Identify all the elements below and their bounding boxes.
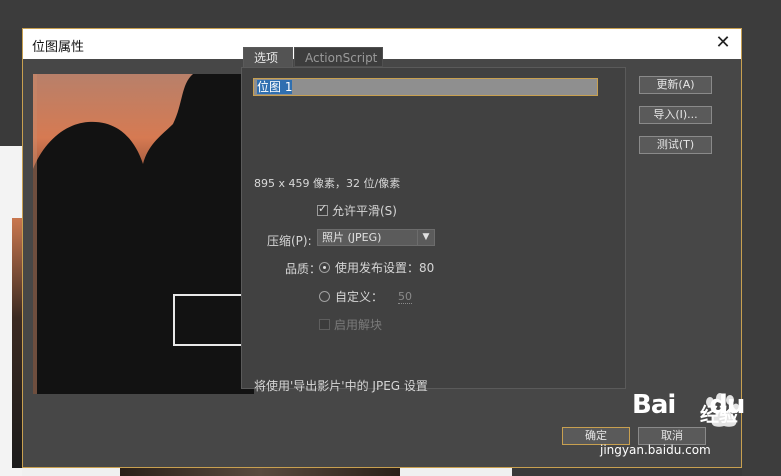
compression-value: 照片 (JPEG) [322,231,382,244]
stage-photo [12,218,22,468]
deblock-row: 启用解块 [319,316,382,333]
allow-smoothing-label: 允许平滑(S) [332,204,397,218]
tab-actionscript[interactable]: ActionScript [294,47,383,67]
watermark-cn: 经验 [700,404,739,426]
quality-custom-value[interactable]: 50 [398,290,413,304]
bitmap-preview[interactable] [33,74,254,394]
import-button[interactable]: 导入(I)... [639,106,712,124]
quality-publish-label: 使用发布设置：80 [335,261,435,275]
quality-custom-radio[interactable] [319,291,330,302]
allow-smoothing-row[interactable]: 允许平滑(S) [317,202,397,219]
bitmap-name-input[interactable]: 位图 1 [253,78,598,96]
compression-label: 压缩(P): [267,234,312,248]
dialog-title: 位图属性 [32,40,85,55]
update-button[interactable]: 更新(A) [639,76,712,94]
deblock-checkbox [319,319,330,330]
quality-custom-row[interactable]: 自定义： 50 [319,288,413,305]
quality-publish-row[interactable]: 使用发布设置：80 [319,259,434,276]
test-button[interactable]: 测试(T) [639,136,712,154]
watermark-url: jingyan.baidu.com [600,443,711,457]
name-selection: 位图 1 [257,80,293,94]
options-panel [241,67,626,389]
quality-label: 品质： [285,262,322,276]
deblock-label: 启用解块 [334,318,383,332]
close-icon[interactable]: ✕ [713,33,733,53]
tab-options[interactable]: 选项 [243,47,293,67]
preview-image [33,74,254,394]
allow-smoothing-checkbox[interactable] [317,202,328,216]
chevron-down-icon: ▼ [417,230,434,245]
app-background-top [0,0,781,30]
compression-select[interactable]: 照片 (JPEG) ▼ [317,229,435,246]
bitmap-info: 895 x 459 像素，32 位/像素 [254,177,401,190]
quality-publish-radio[interactable] [319,262,330,273]
jpeg-settings-note: 将使用'导出影片'中的 JPEG 设置 [254,379,428,393]
quality-custom-label: 自定义： [335,290,384,304]
